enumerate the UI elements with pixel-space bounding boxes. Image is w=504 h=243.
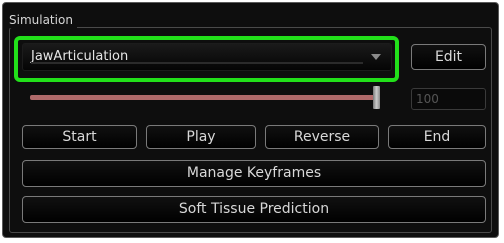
simulation-group-title: Simulation xyxy=(9,12,77,28)
start-button[interactable]: Start xyxy=(22,125,137,149)
edit-button[interactable]: Edit xyxy=(411,44,486,70)
end-button-label: End xyxy=(423,129,451,145)
reverse-button-label: Reverse xyxy=(293,129,351,145)
play-button[interactable]: Play xyxy=(146,125,256,149)
end-button[interactable]: End xyxy=(388,125,486,149)
manage-keyframes-button-label: Manage Keyframes xyxy=(186,165,322,181)
soft-tissue-prediction-button[interactable]: Soft Tissue Prediction xyxy=(22,196,486,223)
frame-value-field[interactable]: 100 xyxy=(411,88,486,110)
selection-highlight xyxy=(14,36,399,82)
reverse-button[interactable]: Reverse xyxy=(265,125,379,149)
soft-tissue-prediction-button-label: Soft Tissue Prediction xyxy=(178,201,330,217)
start-button-label: Start xyxy=(62,129,97,145)
edit-button-label: Edit xyxy=(434,49,463,65)
play-button-label: Play xyxy=(186,129,216,145)
manage-keyframes-button[interactable]: Manage Keyframes xyxy=(22,160,486,187)
timeline-slider-track[interactable] xyxy=(30,95,378,100)
timeline-slider-handle[interactable] xyxy=(373,86,380,109)
